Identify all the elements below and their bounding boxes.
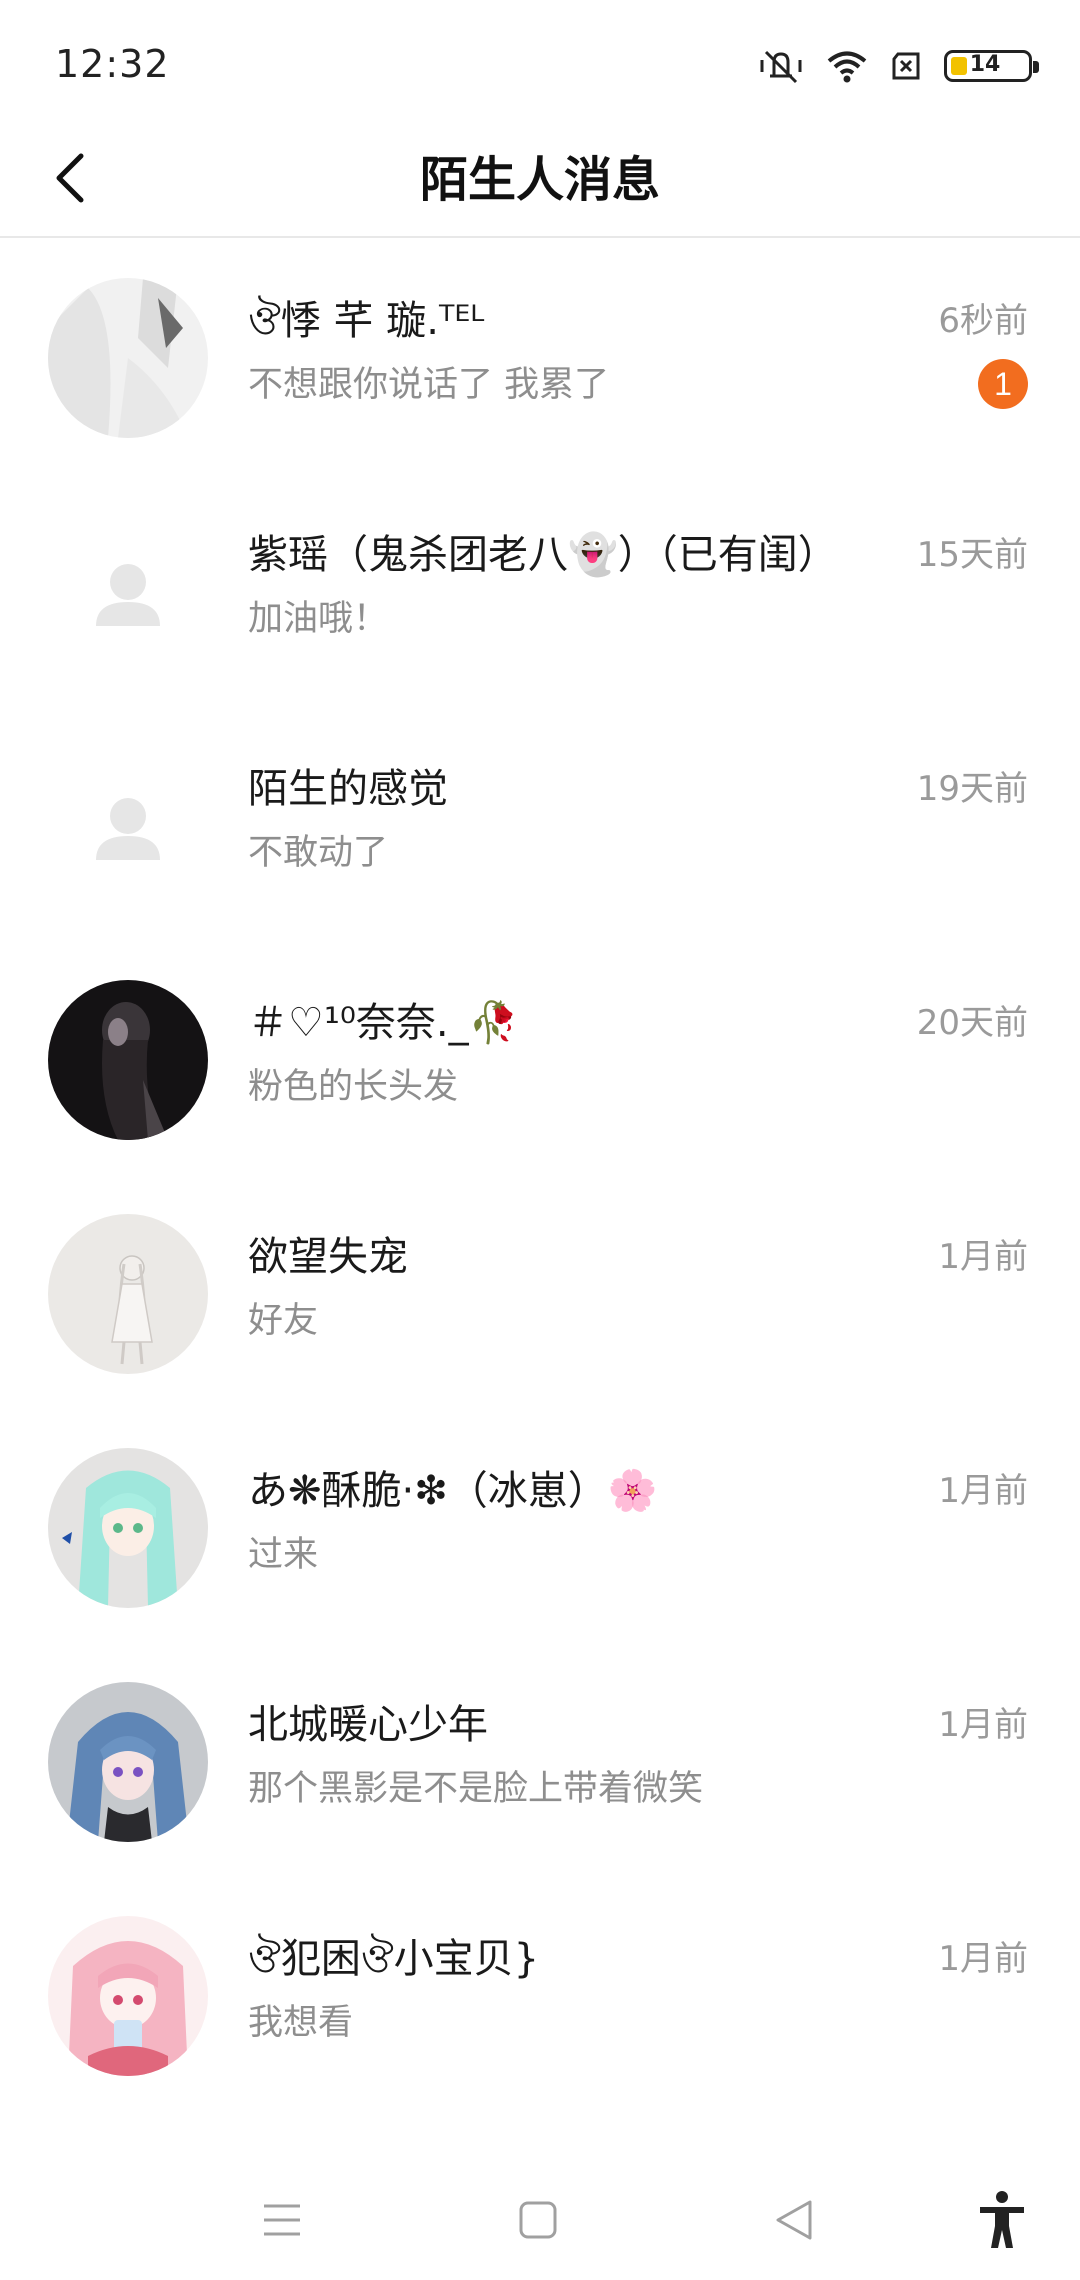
last-message: 不敢动了: [248, 833, 389, 873]
contact-name: 北城暖心少年: [248, 1702, 488, 1748]
wifi-icon: [826, 48, 868, 84]
page-title: 陌生人消息: [419, 152, 660, 208]
back-triangle-icon: [776, 2200, 812, 2240]
message-time: 20天前: [916, 1003, 1028, 1043]
sim-card-icon: [890, 51, 922, 81]
avatar: [48, 1916, 208, 2076]
last-message: 我想看: [248, 2003, 354, 2043]
default-avatar-icon: [48, 512, 208, 672]
system-nav-bar: [0, 2160, 1080, 2280]
status-time: 12:32: [55, 42, 170, 86]
message-time: 19天前: [916, 769, 1028, 809]
contact-name: あ❋酥脆·❇（冰崽）🌸: [248, 1468, 658, 1514]
contact-name: ঔ犯困ঔ小宝贝}: [248, 1936, 540, 1982]
contact-name: 紫瑶（鬼杀团老八👻）（已有闺）: [248, 532, 838, 578]
contact-name: ＃♡¹⁰奈奈._🥀: [248, 1000, 519, 1046]
conversation-row[interactable]: ＃♡¹⁰奈奈._🥀 粉色的长头发 20天前: [0, 940, 1080, 1174]
home-button[interactable]: [508, 2190, 568, 2250]
conversation-row[interactable]: 北城暖心少年 那个黑影是不是脸上带着微笑 1月前: [0, 1642, 1080, 1876]
avatar: [48, 1214, 208, 1374]
status-icons: 14: [758, 44, 1039, 88]
avatar: [48, 512, 208, 672]
contact-name: 欲望失宠: [248, 1234, 408, 1280]
avatar: [48, 278, 208, 438]
avatar: [48, 980, 208, 1140]
battery-icon: 14: [944, 50, 1039, 82]
last-message: 加油哦！: [248, 599, 389, 639]
last-message: 过来: [248, 1535, 319, 1575]
default-avatar-icon: [48, 746, 208, 906]
status-bar: 12:32 14: [0, 0, 1080, 130]
page-header: 陌生人消息: [0, 130, 1080, 238]
avatar: [48, 1682, 208, 1842]
home-square-icon: [519, 2201, 557, 2239]
conversation-row[interactable]: 紫瑶（鬼杀团老八👻）（已有闺） 加油哦！ 15天前: [0, 472, 1080, 706]
contact-name: ঔ悸 芊 璇.ᵀᴱᴸ: [248, 298, 485, 344]
conversation-row[interactable]: 陌生的感觉 不敢动了 19天前: [0, 706, 1080, 940]
last-message: 不想跟你说话了 我累了: [248, 365, 610, 405]
contact-name: 陌生的感觉: [248, 766, 448, 812]
menu-icon: [264, 2204, 300, 2236]
message-time: 1月前: [938, 1705, 1028, 1745]
avatar: [48, 746, 208, 906]
conversation-row[interactable]: ঔ犯困ঔ小宝贝} 我想看 1月前: [0, 1876, 1080, 2110]
menu-button[interactable]: [252, 2190, 312, 2250]
message-time: 1月前: [938, 1237, 1028, 1277]
conversation-row[interactable]: 欲望失宠 好友 1月前: [0, 1174, 1080, 1408]
message-time: 1月前: [938, 1939, 1028, 1979]
message-time: 1月前: [938, 1471, 1028, 1511]
conversation-row[interactable]: あ❋酥脆·❇（冰崽）🌸 过来 1月前: [0, 1408, 1080, 1642]
conversation-row[interactable]: ঔ悸 芊 璇.ᵀᴱᴸ 不想跟你说话了 我累了 6秒前 1: [0, 238, 1080, 472]
battery-level: 14: [969, 52, 1001, 77]
back-nav-button[interactable]: [764, 2190, 824, 2250]
vibrate-icon: [758, 46, 804, 86]
last-message: 好友: [248, 1301, 319, 1341]
last-message: 粉色的长头发: [248, 1067, 459, 1107]
message-time: 6秒前: [938, 301, 1028, 341]
unread-badge: 1: [978, 359, 1028, 409]
message-time: 15天前: [916, 535, 1028, 575]
accessibility-button[interactable]: [972, 2190, 1032, 2250]
last-message: 那个黑影是不是脸上带着微笑: [248, 1769, 704, 1809]
accessibility-icon: [980, 2191, 1024, 2248]
avatar: [48, 1448, 208, 1608]
